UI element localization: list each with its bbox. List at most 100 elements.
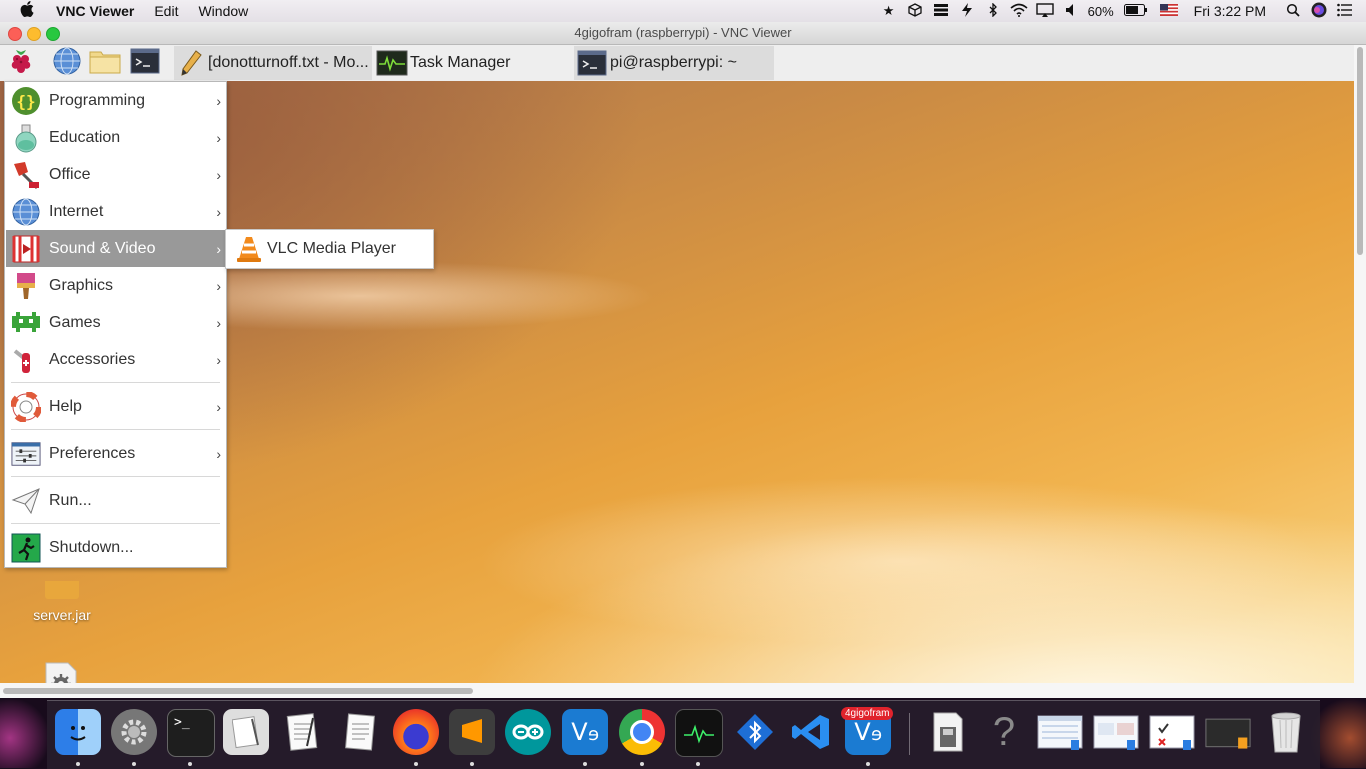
script-editor-icon[interactable] [223,709,269,755]
battery-percent[interactable]: 60% [1088,4,1114,19]
battery-icon[interactable] [1123,3,1147,19]
arduino-icon[interactable] [505,709,551,755]
app-menu-vnc-viewer[interactable]: VNC Viewer [56,3,134,19]
menu-edit[interactable]: Edit [154,3,178,19]
menu-window[interactable]: Window [198,3,248,19]
window-title: 4gigofram (raspberrypi) - VNC Viewer [574,25,792,40]
downloads-stack-icon-2[interactable] [1093,709,1139,755]
activity-monitor-icon[interactable] [675,709,723,757]
file-manager-launcher[interactable] [89,48,121,78]
menu-item-label: Programming [49,91,146,109]
globe-icon [52,46,82,81]
raspberry-icon [7,47,35,80]
textedit-icon[interactable] [280,709,326,755]
horizontal-scroll-thumb[interactable] [3,688,473,694]
exit-icon [11,533,41,563]
terminal-icon[interactable]: >_ [167,709,215,757]
menu-separator [11,523,220,524]
bluetooth-file-exchange-icon[interactable] [732,709,778,755]
menu-item-run[interactable]: Run... [6,482,225,519]
task-task-manager[interactable]: Task Manager [374,46,572,80]
trash-icon[interactable] [1263,709,1309,755]
menu-item-label: Help [49,397,82,415]
box-icon[interactable] [904,2,926,20]
vertical-scrollbar[interactable] [1354,45,1366,698]
browser-launcher[interactable] [52,46,82,81]
desktop-settings-file[interactable] [44,662,78,683]
vnc-viewer-icon[interactable]: Ve [562,709,608,755]
zoom-window-button[interactable] [46,27,60,41]
menu-item-games[interactable]: Games › [6,304,225,341]
airplay-icon[interactable] [1034,2,1056,20]
running-indicator [188,762,192,766]
menu-item-sound-video[interactable]: Sound & Video › [6,230,225,267]
running-indicator [696,762,700,766]
notes-document-icon[interactable] [337,709,383,755]
terminal-icon [574,50,610,76]
horizontal-scrollbar[interactable] [0,683,1354,698]
window-titlebar[interactable]: 4gigofram (raspberrypi) - VNC Viewer [0,22,1366,45]
desktop-file-server-jar[interactable]: server.jar [22,581,102,623]
vscode-icon[interactable] [788,709,834,755]
minimize-window-button[interactable] [27,27,41,41]
downloads-stack-icon-3[interactable] [1149,709,1195,755]
help-question-icon[interactable]: ? [981,709,1027,755]
finder-icon[interactable] [55,709,101,755]
bluetooth-icon[interactable] [982,1,1004,20]
chevron-right-icon: › [216,314,221,331]
submenu-item-vlc-media-player[interactable]: VLC Media Player [267,240,396,258]
wifi-icon[interactable] [1008,3,1030,20]
downloads-stack-icon-4[interactable] [1205,709,1251,755]
chevron-right-icon: › [216,277,221,294]
disk-utility-icon[interactable] [925,709,971,755]
star-icon[interactable]: ★ [878,3,900,19]
menu-item-label: Run... [49,491,92,509]
mac-menu-bar: VNC Viewer Edit Window ★ 60% Fri 3:22 PM [0,0,1366,22]
running-indicator [470,762,474,766]
menu-clock[interactable]: Fri 3:22 PM [1194,3,1266,19]
pi-taskbar: [donotturnoff.txt - Mo... Task Manager p… [0,45,1354,82]
drive-stack-icon[interactable] [930,3,952,20]
menu-item-label: Education [49,128,121,146]
menu-item-label: Graphics [49,276,114,294]
siri-icon[interactable] [1308,2,1330,21]
menu-item-shutdown[interactable]: Shutdown... [6,529,225,566]
firefox-icon[interactable] [393,709,439,755]
chevron-right-icon: › [216,240,221,257]
system-preferences-icon[interactable] [111,709,157,755]
apple-icon[interactable] [20,0,36,22]
menu-item-education[interactable]: Education › [6,119,225,156]
office-icon [11,160,41,190]
close-window-button[interactable] [8,27,22,41]
terminal-icon [130,48,160,79]
notification-center-icon[interactable] [1334,3,1356,20]
task-label: [donotturnoff.txt - Mo... [208,54,369,71]
bolt-icon[interactable] [956,2,978,20]
menu-item-internet[interactable]: Internet › [6,193,225,230]
raspberry-menu-button[interactable] [6,48,36,78]
menu-item-programming[interactable]: {} Programming › [6,82,225,119]
monitor-icon [374,50,410,76]
pencil-icon [174,49,208,77]
sublime-text-icon[interactable] [449,709,495,755]
downloads-stack-icon-1[interactable] [1037,709,1083,755]
menu-item-help[interactable]: Help › [6,388,225,425]
terminal-launcher[interactable] [130,48,160,78]
us-flag-icon[interactable] [1158,3,1180,19]
menu-item-preferences[interactable]: Preferences › [6,435,225,472]
task-terminal[interactable]: pi@raspberrypi: ~ [574,46,774,80]
volume-icon[interactable] [1060,3,1082,20]
running-indicator [583,762,587,766]
session-badge: 4gigofram [841,707,894,720]
chevron-right-icon: › [216,351,221,368]
chrome-icon[interactable] [619,709,665,755]
running-indicator [132,762,136,766]
menu-item-accessories[interactable]: Accessories › [6,341,225,378]
vlc-icon [233,235,265,263]
task-text-editor[interactable]: [donotturnoff.txt - Mo... [174,46,372,80]
spotlight-search-icon[interactable] [1282,3,1304,20]
menu-item-graphics[interactable]: Graphics › [6,267,225,304]
vertical-scroll-thumb[interactable] [1357,47,1363,255]
vnc-viewer-session-icon[interactable]: Ve 4gigofram [841,707,894,755]
menu-item-office[interactable]: Office › [6,156,225,193]
